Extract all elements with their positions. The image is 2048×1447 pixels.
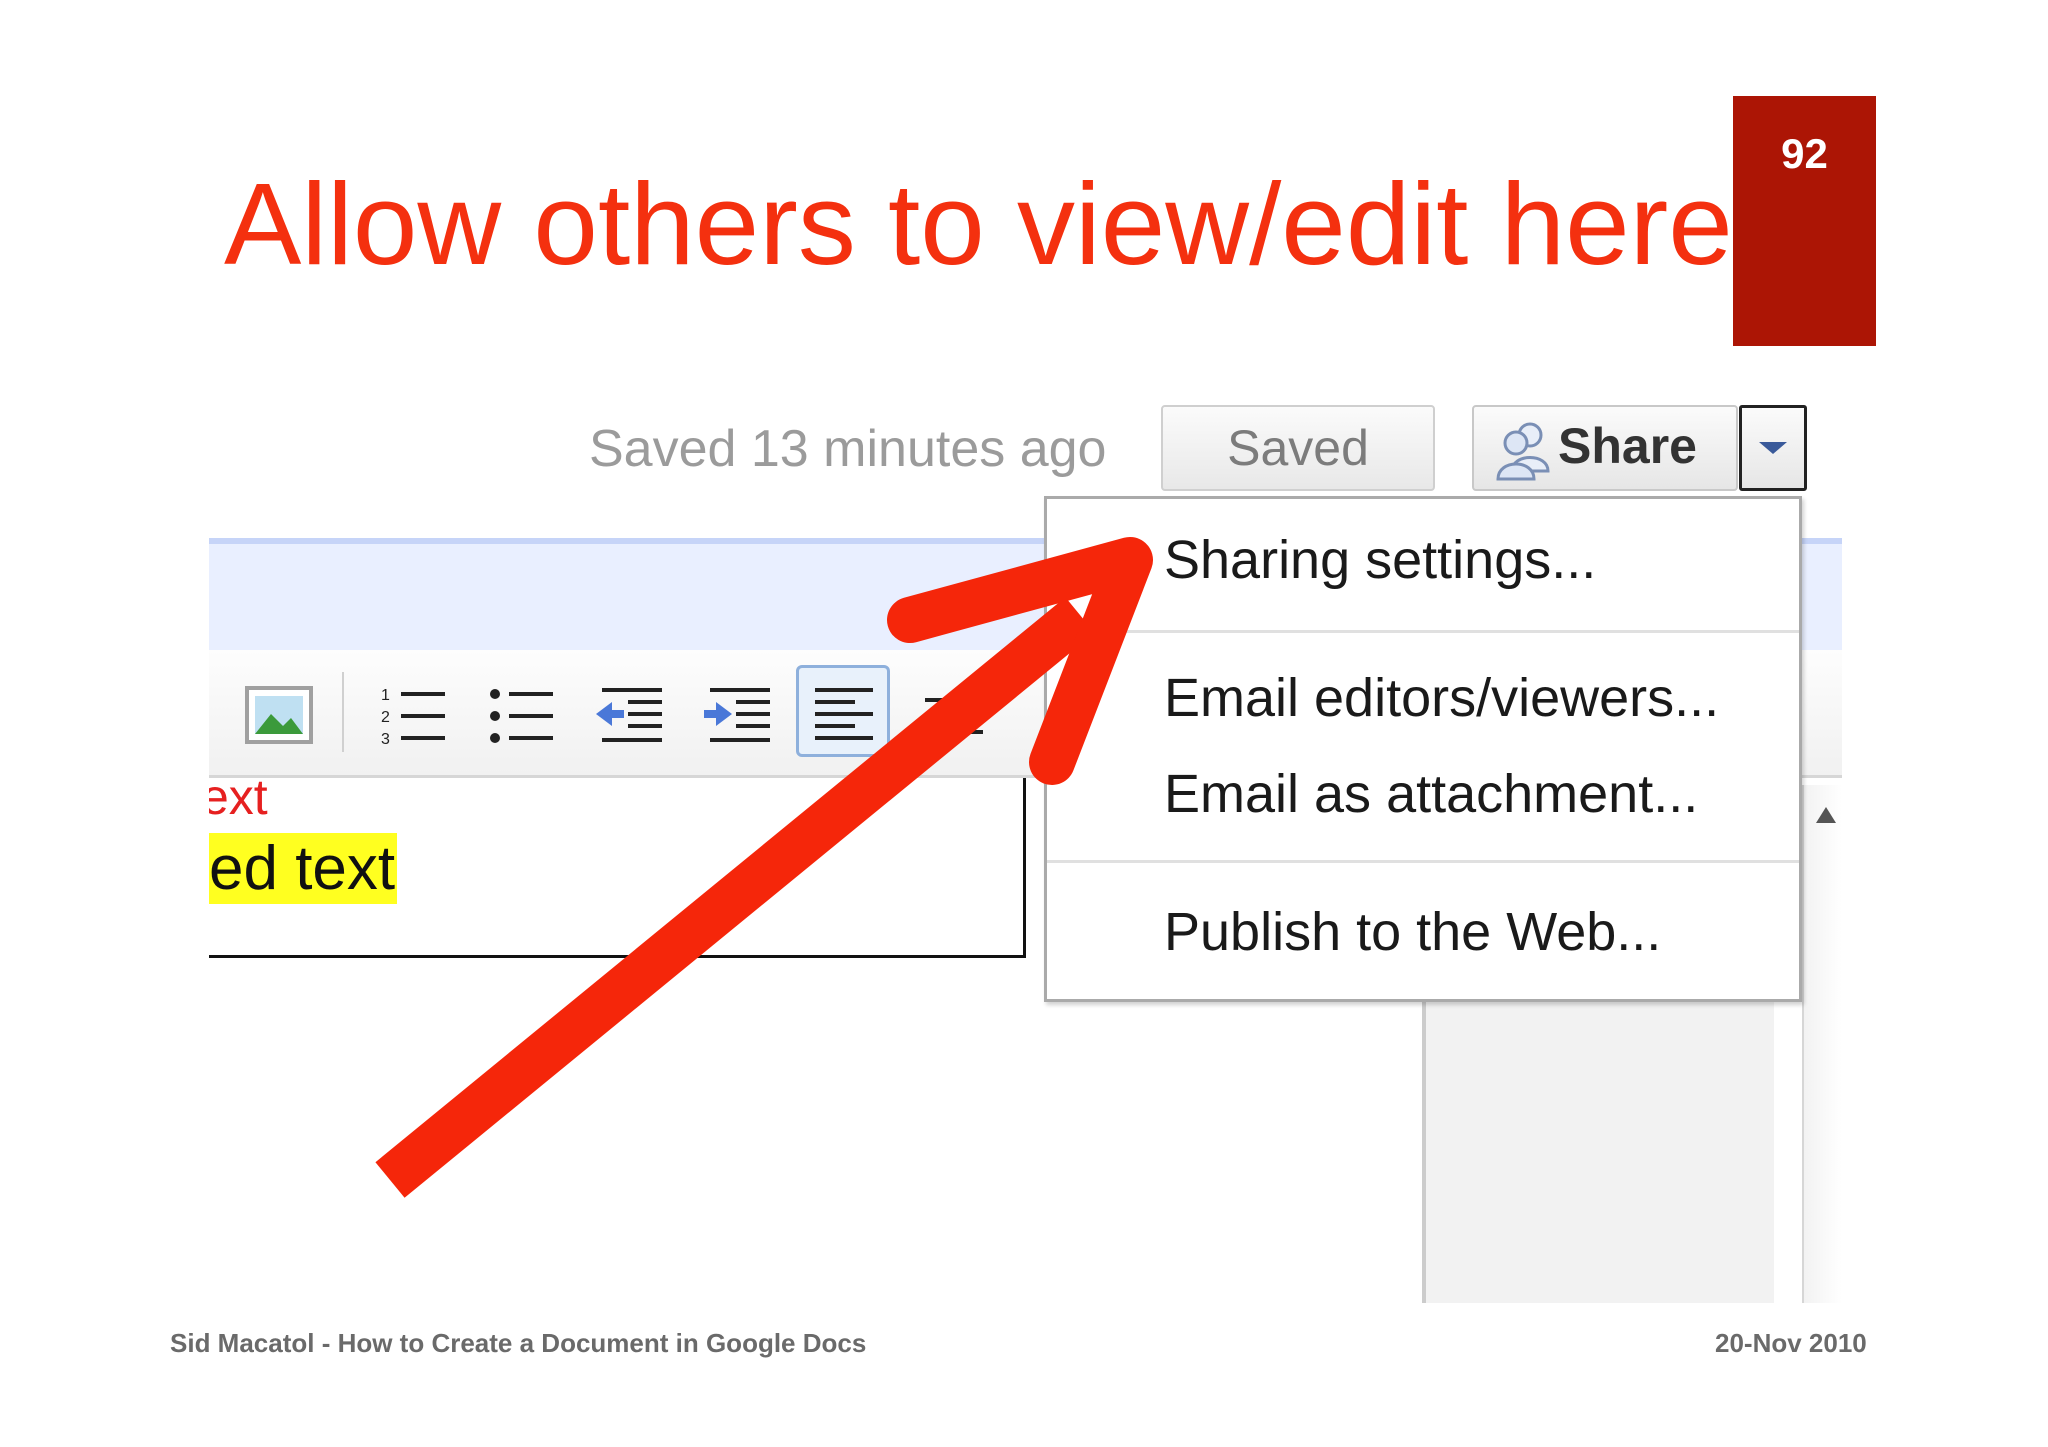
- page-number: 92: [1781, 130, 1828, 177]
- svg-text:1: 1: [381, 687, 390, 704]
- svg-text:2: 2: [381, 709, 390, 726]
- vertical-scrollbar[interactable]: [1802, 785, 1842, 1303]
- menu-item-email-as-attachment[interactable]: Email as attachment...: [1164, 767, 1698, 821]
- chevron-down-icon: [1759, 442, 1787, 454]
- svg-text:3: 3: [381, 731, 390, 748]
- menu-item-publish-to-web[interactable]: Publish to the Web...: [1164, 905, 1661, 959]
- page-number-badge: 92: [1733, 96, 1876, 346]
- menu-item-email-editors-viewers[interactable]: Email editors/viewers...: [1164, 671, 1719, 725]
- align-left-button[interactable]: [796, 665, 890, 757]
- document-text-red: ext: [209, 769, 268, 825]
- document-page[interactable]: ext ed text: [209, 772, 1026, 958]
- saved-button[interactable]: Saved: [1161, 405, 1435, 491]
- align-center-icon[interactable]: [917, 674, 991, 754]
- bulleted-list-icon[interactable]: [485, 674, 559, 754]
- menu-separator: [1047, 860, 1799, 863]
- people-icon: [1496, 422, 1550, 481]
- saved-status-text: Saved 13 minutes ago: [589, 420, 1107, 478]
- google-docs-screenshot: Saved 13 minutes ago Saved Share 1 2 3 e…: [209, 395, 1842, 1303]
- slide-title: Allow others to view/edit here: [224, 159, 1733, 289]
- insert-image-icon[interactable]: [243, 674, 317, 754]
- document-text-highlighted: ed text: [209, 833, 398, 905]
- footer-author-title: Sid Macatol - How to Create a Document i…: [170, 1328, 867, 1358]
- share-dropdown-menu: Sharing settings... Email editors/viewer…: [1044, 496, 1802, 1002]
- decrease-indent-icon[interactable]: [594, 674, 668, 754]
- share-dropdown-button[interactable]: [1739, 405, 1807, 491]
- menu-separator: [1047, 630, 1799, 633]
- menu-item-sharing-settings[interactable]: Sharing settings...: [1164, 533, 1596, 587]
- increase-indent-icon[interactable]: [702, 674, 776, 754]
- toolbar-separator: [342, 672, 344, 752]
- scroll-up-arrow-icon[interactable]: [1816, 807, 1836, 823]
- share-button[interactable]: Share: [1472, 405, 1738, 491]
- align-left-icon: [815, 688, 873, 740]
- numbered-list-icon[interactable]: 1 2 3: [377, 674, 451, 754]
- footer-date: 20-Nov 2010: [1715, 1328, 1867, 1358]
- share-button-label: Share: [1558, 418, 1697, 474]
